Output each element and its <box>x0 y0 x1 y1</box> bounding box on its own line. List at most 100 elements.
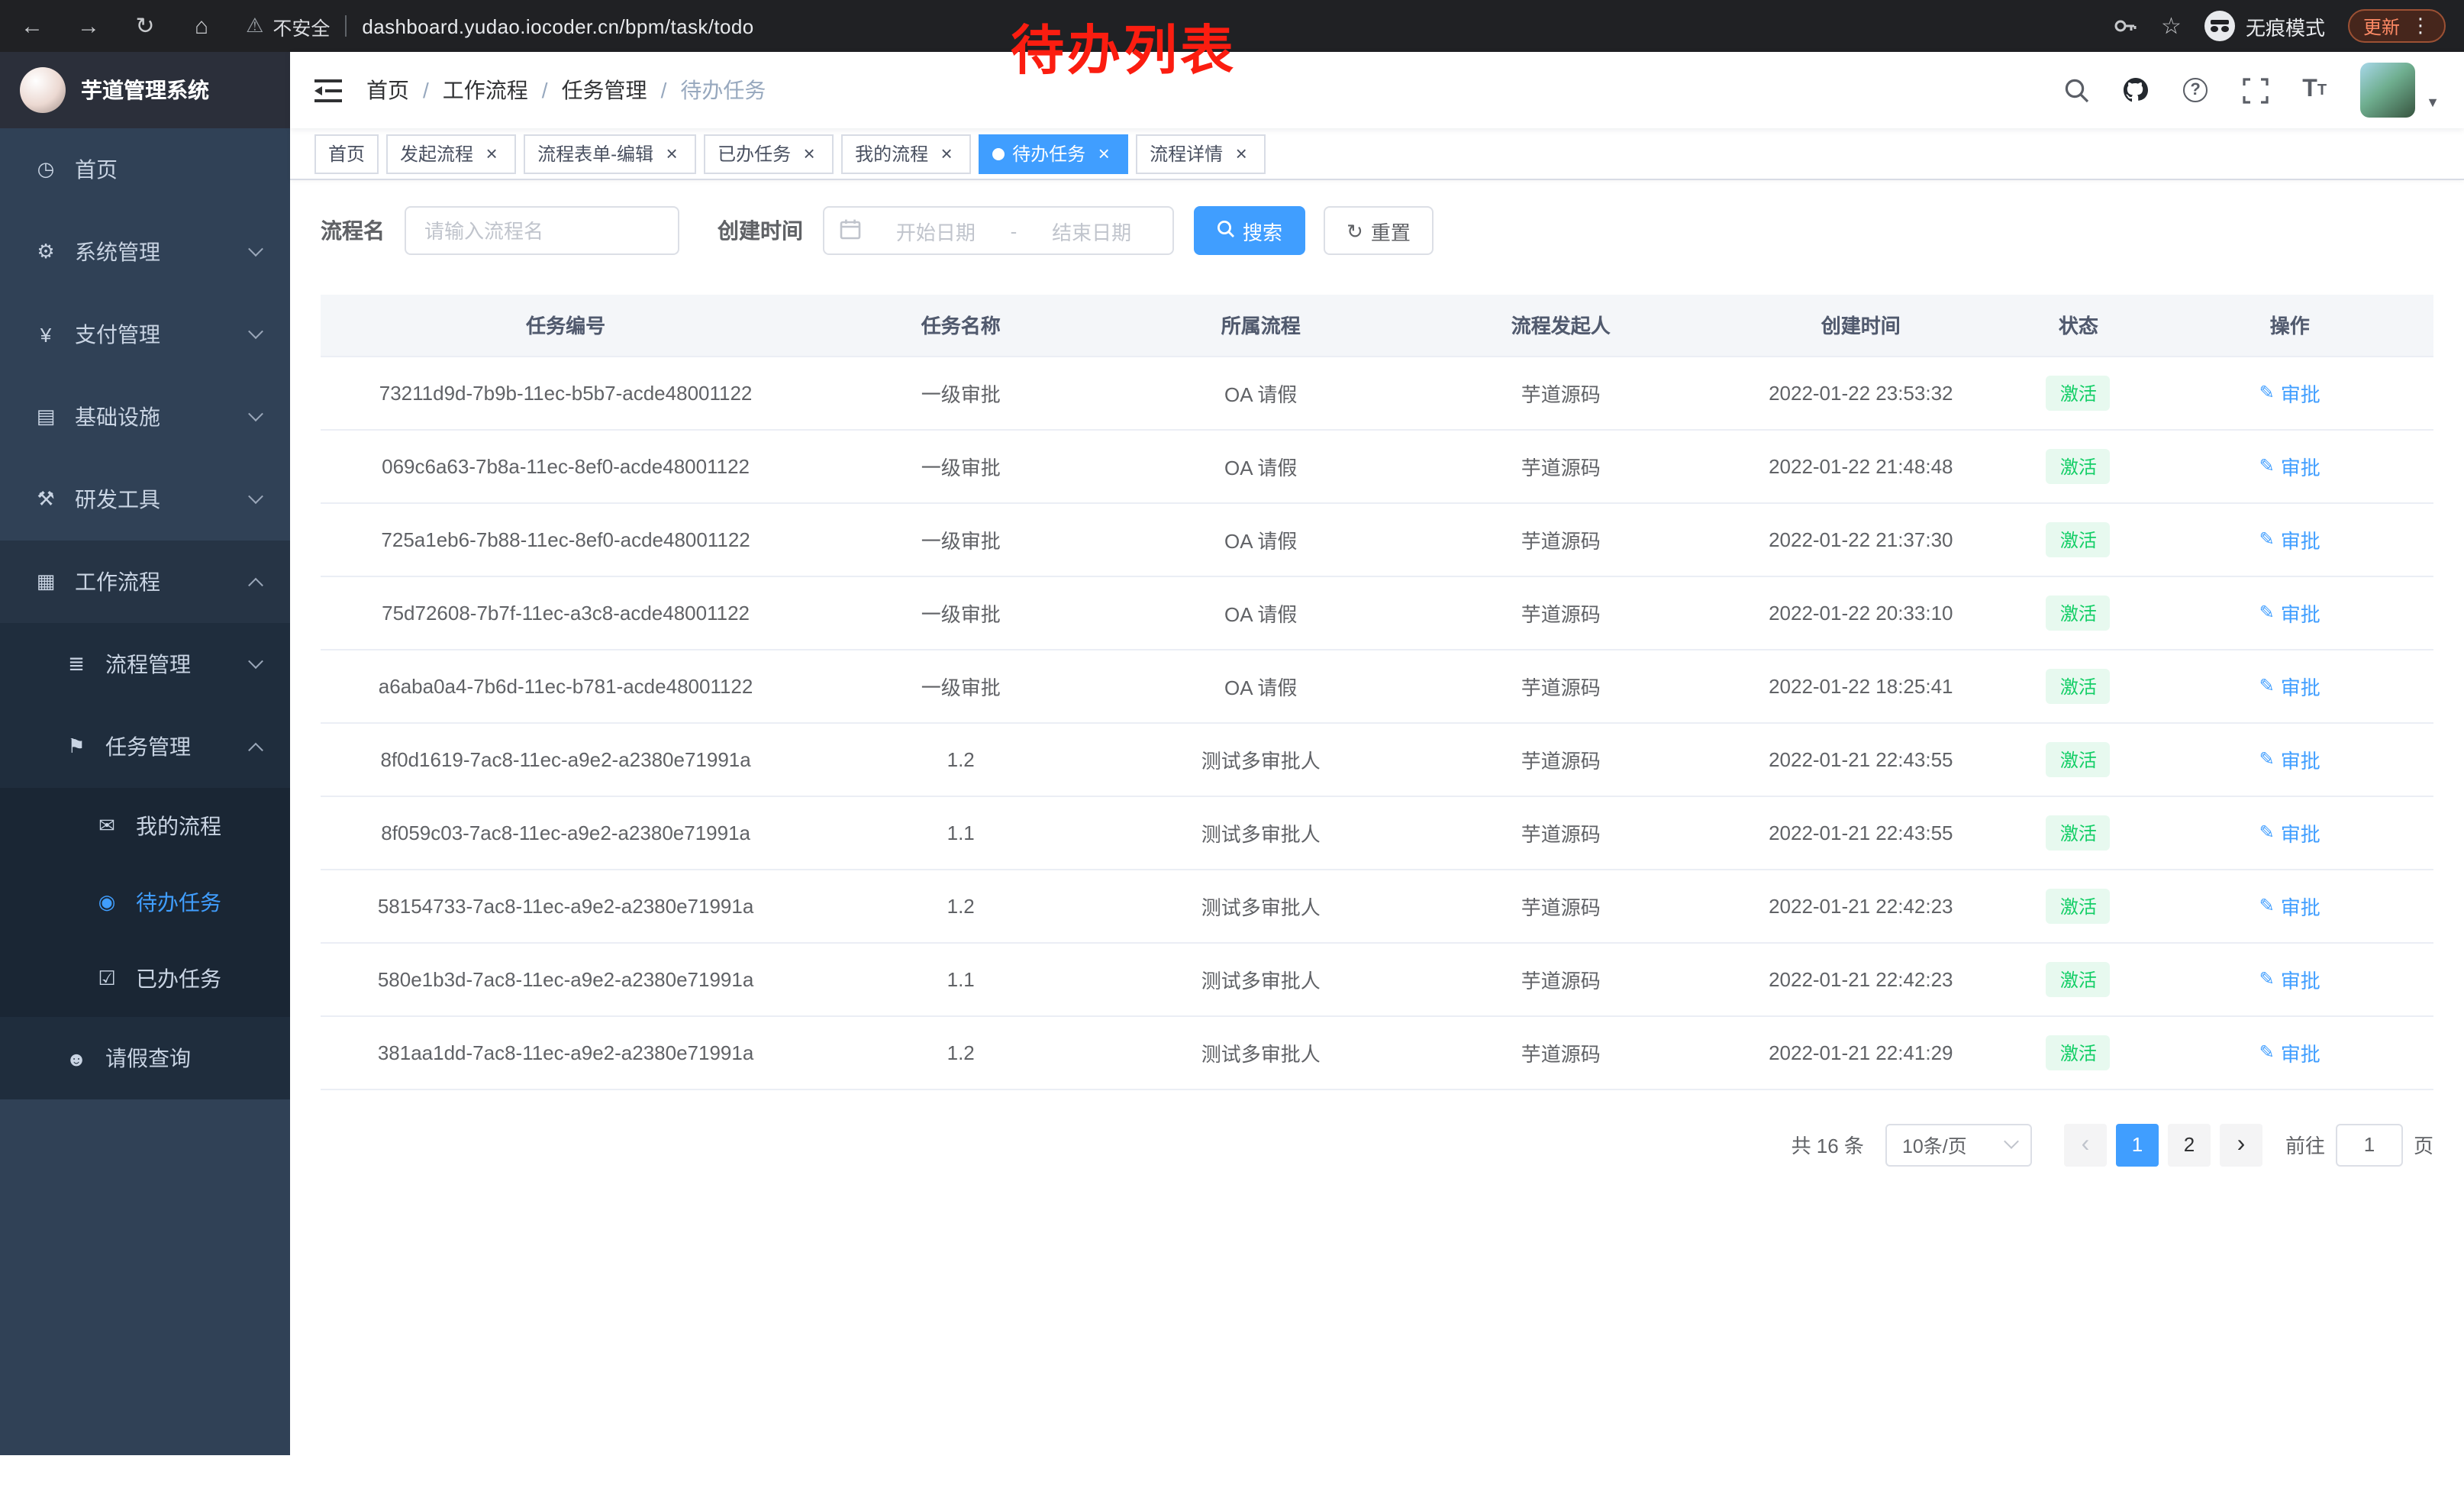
table-row: 8f059c03-7ac8-11ec-a9e2-a2380e71991a1.1测… <box>321 796 2433 869</box>
sidebar-item-my-process[interactable]: ✉我的流程 <box>0 788 290 864</box>
approve-button[interactable]: ✎审批 <box>2259 378 2320 407</box>
prev-page-button[interactable]: ‹ <box>2064 1123 2107 1166</box>
date-range-picker[interactable]: 开始日期 - 结束日期 <box>823 206 1174 255</box>
hamburger-icon[interactable] <box>314 79 342 102</box>
menu-kebab-icon[interactable]: ⋮ <box>2411 14 2430 38</box>
breadcrumb-separator: / <box>423 78 429 102</box>
close-icon[interactable]: × <box>936 143 957 164</box>
start-date-placeholder[interactable]: 开始日期 <box>870 216 1001 245</box>
table-row: 580e1b3d-7ac8-11ec-a9e2-a2380e71991a1.1测… <box>321 942 2433 1015</box>
approve-button[interactable]: ✎审批 <box>2259 525 2320 554</box>
avatar-caret-icon[interactable]: ▼ <box>2426 95 2440 110</box>
edit-icon: ✎ <box>2259 602 2275 623</box>
task-id-cell-text: 381aa1dd-7ac8-11ec-a9e2-a2380e71991a <box>378 1041 754 1064</box>
tab-start-process[interactable]: 发起流程× <box>386 134 516 173</box>
approve-button[interactable]: ✎审批 <box>2259 1038 2320 1067</box>
sidebar-item-todo-task[interactable]: ◉待办任务 <box>0 864 290 941</box>
font-size-icon[interactable]: TT <box>2301 75 2328 105</box>
github-icon[interactable] <box>2122 75 2150 105</box>
breadcrumb-item[interactable]: 任务管理 <box>562 75 647 105</box>
breadcrumb-item[interactable]: 工作流程 <box>443 75 528 105</box>
approve-button[interactable]: ✎审批 <box>2259 964 2320 993</box>
created-time-cell-text: 2022-01-21 22:42:23 <box>1769 967 1953 990</box>
close-icon[interactable]: × <box>481 143 502 164</box>
chevron-down-icon <box>2006 1135 2018 1148</box>
approve-label: 审批 <box>2281 891 2320 920</box>
sidebar-item-system[interactable]: ⚙系统管理 <box>0 211 290 293</box>
approve-button[interactable]: ✎审批 <box>2259 671 2320 700</box>
close-icon[interactable]: × <box>1230 143 1252 164</box>
approve-button[interactable]: ✎审批 <box>2259 451 2320 480</box>
sidebar-item-task-mgmt[interactable]: ⚑任务管理 <box>0 705 290 788</box>
process-name-label: 流程名 <box>321 215 385 246</box>
topbar: 首页/工作流程/任务管理/待办任务 ? TT ▼ <box>290 52 2464 128</box>
process-cell-text: 测试多审批人 <box>1201 1042 1321 1065</box>
sidebar-item-infra[interactable]: ▤基础设施 <box>0 376 290 458</box>
sidebar-item-leave-query[interactable]: ☻请假查询 <box>0 1017 290 1099</box>
close-icon[interactable]: × <box>798 143 820 164</box>
fullscreen-icon[interactable] <box>2241 75 2269 105</box>
chevron-down-icon <box>250 411 263 423</box>
logo-row[interactable]: 芋道管理系统 <box>0 52 290 128</box>
approve-label: 审批 <box>2281 1038 2320 1067</box>
breadcrumb-item[interactable]: 首页 <box>366 75 409 105</box>
home-icon[interactable]: ⌂ <box>188 13 215 39</box>
tab-home[interactable]: 首页 <box>314 134 379 173</box>
back-icon[interactable]: ← <box>18 13 46 39</box>
pagination: 共 16 条 10条/页 ‹ 12 › 前往 页 <box>321 1123 2433 1196</box>
status-badge: 激活 <box>2046 961 2111 996</box>
page-size-select[interactable]: 10条/页 <box>1885 1123 2032 1166</box>
help-icon[interactable]: ? <box>2182 75 2209 105</box>
process-cell: OA 请假 <box>1111 649 1411 722</box>
sidebar-item-workflow[interactable]: ▦工作流程 <box>0 541 290 623</box>
tab-todo-task[interactable]: 待办任务× <box>979 134 1128 173</box>
sidebar-item-done-task[interactable]: ☑已办任务 <box>0 941 290 1017</box>
reload-icon[interactable]: ↻ <box>131 12 159 40</box>
approve-button[interactable]: ✎审批 <box>2259 818 2320 847</box>
process-name-input[interactable] <box>405 206 679 255</box>
approve-button[interactable]: ✎审批 <box>2259 744 2320 773</box>
key-icon[interactable] <box>2111 11 2138 41</box>
task-id-cell: 580e1b3d-7ac8-11ec-a9e2-a2380e71991a <box>321 942 811 1015</box>
initiator-cell: 芋道源码 <box>1411 502 1711 576</box>
process-cell: OA 请假 <box>1111 429 1411 502</box>
tab-form-edit[interactable]: 流程表单-编辑× <box>524 134 696 173</box>
sidebar-item-home[interactable]: ◷首页 <box>0 128 290 211</box>
site-security[interactable]: ⚠ 不安全 <box>246 11 330 40</box>
page-button-1[interactable]: 1 <box>2116 1123 2159 1166</box>
approve-label: 审批 <box>2281 671 2320 700</box>
approve-button[interactable]: ✎审批 <box>2259 598 2320 627</box>
page-button-2[interactable]: 2 <box>2168 1123 2211 1166</box>
initiator-cell: 芋道源码 <box>1411 722 1711 796</box>
reset-button[interactable]: ↻ 重置 <box>1324 206 1434 255</box>
search-icon[interactable] <box>2062 75 2090 105</box>
task-name-cell-text: 一级审批 <box>921 529 1001 552</box>
sidebar-item-devtools[interactable]: ⚒研发工具 <box>0 458 290 541</box>
user-avatar[interactable] <box>2360 63 2415 118</box>
status-badge: 激活 <box>2046 668 2111 703</box>
update-button[interactable]: 更新 ⋮ <box>2348 9 2446 43</box>
end-date-placeholder[interactable]: 结束日期 <box>1026 216 1157 245</box>
approve-label: 审批 <box>2281 378 2320 407</box>
created-time-cell-text: 2022-01-21 22:41:29 <box>1769 1041 1953 1064</box>
tab-process-detail[interactable]: 流程详情× <box>1136 134 1266 173</box>
task-name-cell-text: 1.1 <box>947 967 975 990</box>
chevron-up-icon <box>250 576 263 588</box>
warning-icon: ⚠ <box>246 14 263 38</box>
tab-my-process[interactable]: 我的流程× <box>841 134 971 173</box>
table-row: 725a1eb6-7b88-11ec-8ef0-acde48001122一级审批… <box>321 502 2433 576</box>
annotation-text: 待办列表 <box>1011 8 1237 86</box>
approve-button[interactable]: ✎审批 <box>2259 891 2320 920</box>
action-cell: ✎审批 <box>2146 649 2433 722</box>
close-icon[interactable]: × <box>1093 143 1114 164</box>
next-page-button[interactable]: › <box>2220 1123 2262 1166</box>
sidebar-item-process-mgmt[interactable]: ≣流程管理 <box>0 623 290 705</box>
goto-page-input[interactable] <box>2336 1123 2403 1166</box>
forward-icon[interactable]: → <box>75 13 102 39</box>
search-button[interactable]: 搜索 <box>1194 206 1305 255</box>
address-bar[interactable]: dashboard.yudao.iocoder.cn/bpm/task/todo <box>362 15 753 37</box>
tab-done-task[interactable]: 已办任务× <box>704 134 834 173</box>
close-icon[interactable]: × <box>661 143 682 164</box>
sidebar-item-payment[interactable]: ¥支付管理 <box>0 293 290 376</box>
bookmark-star-icon[interactable]: ☆ <box>2161 12 2182 40</box>
